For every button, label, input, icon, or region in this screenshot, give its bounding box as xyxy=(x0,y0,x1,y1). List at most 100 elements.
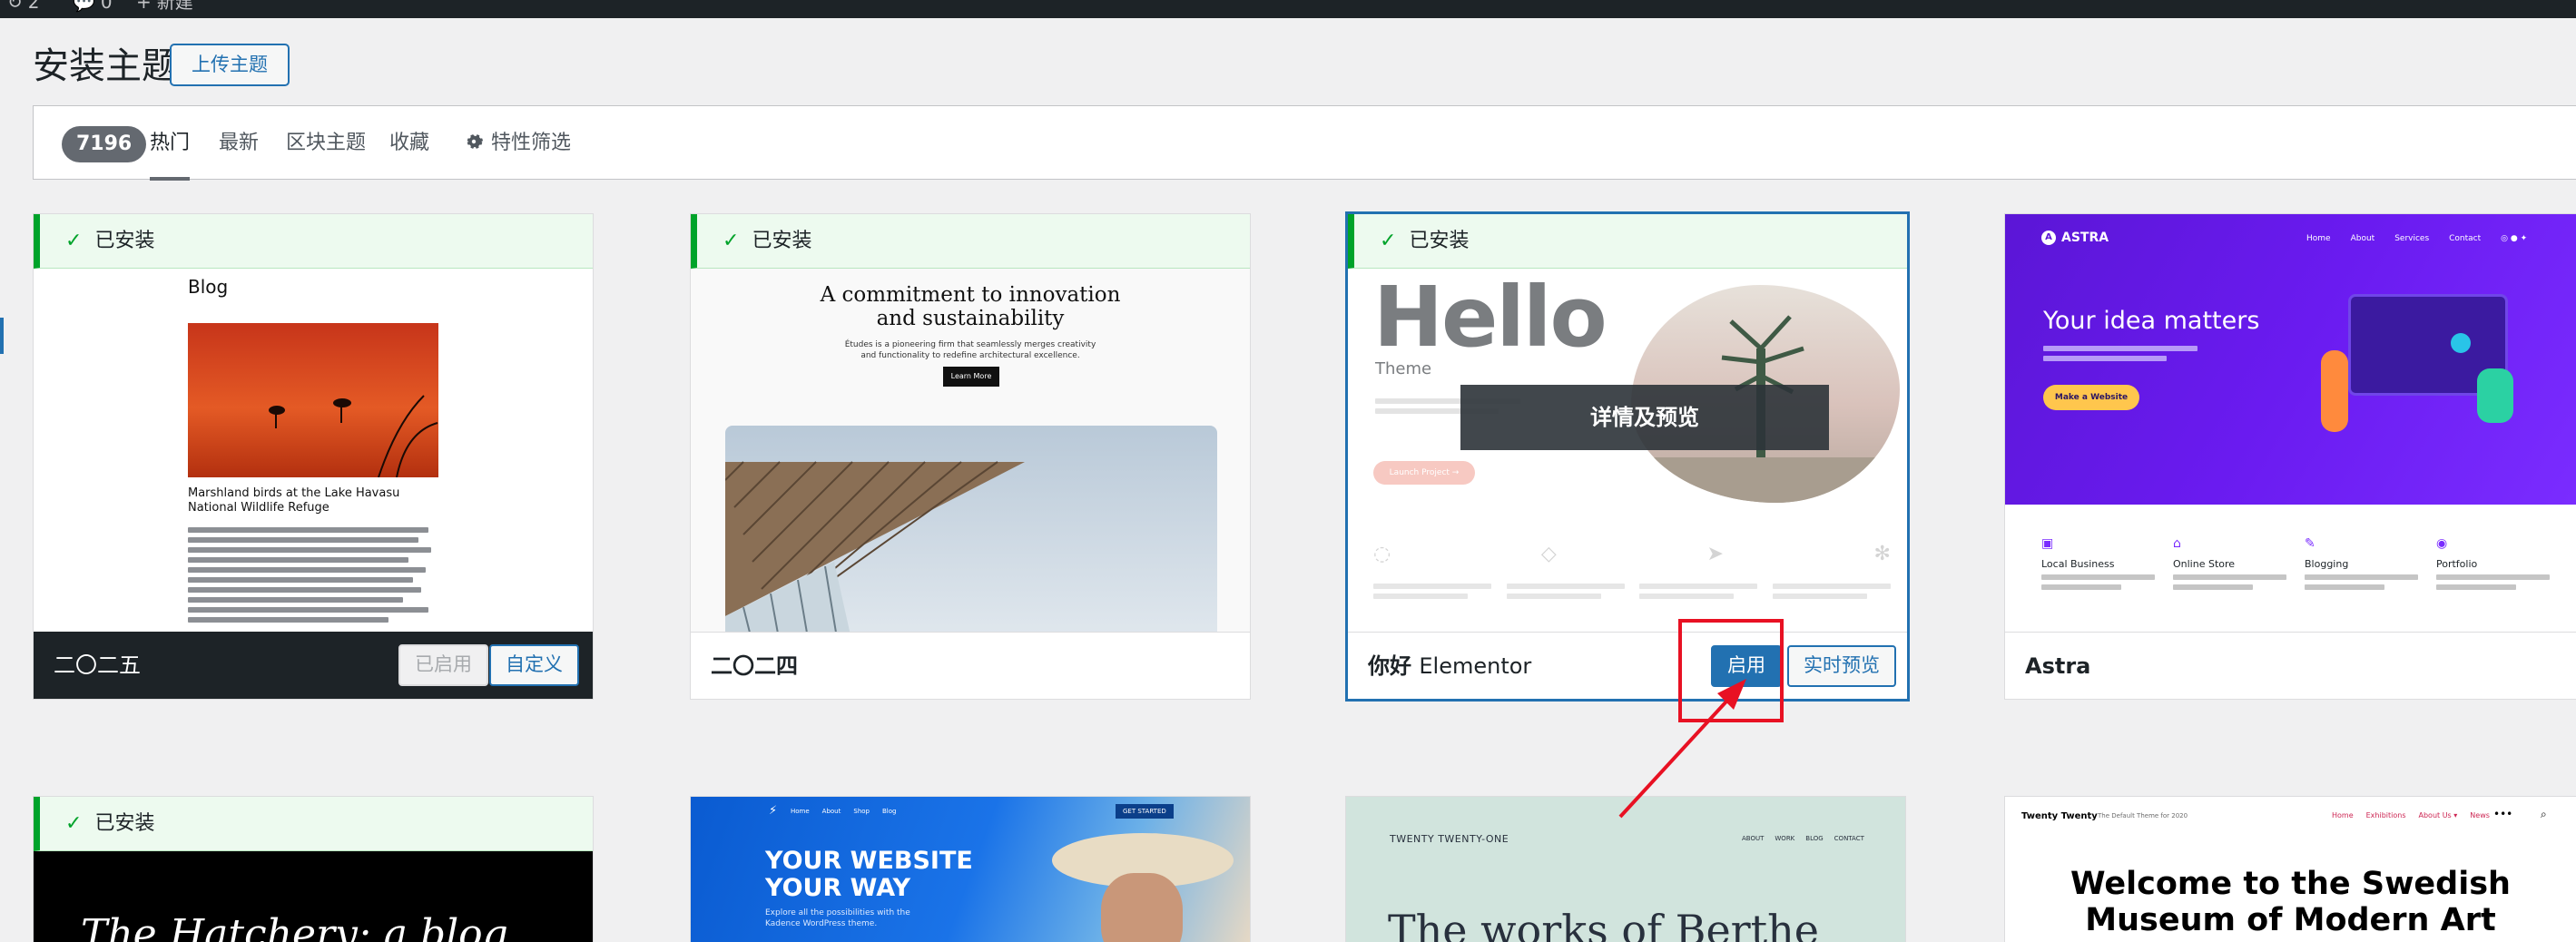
preview-theme-sub: Theme xyxy=(1375,359,1432,378)
installed-label: 已安装 xyxy=(1409,230,1470,252)
sidebar-active-marker xyxy=(0,318,4,354)
preview-learn-more: Learn More xyxy=(943,367,999,387)
preview-nav-item: Home xyxy=(2332,811,2354,819)
theme-name: 二〇二四 xyxy=(711,653,798,679)
updates-indicator[interactable]: ↻ 2 xyxy=(7,0,40,11)
feature-label: Local Business xyxy=(2041,558,2115,570)
installed-label: 已安装 xyxy=(94,230,155,252)
theme-screenshot[interactable]: TWENTY TWENTY-ONE ABOUT WORK BLOG CONTAC… xyxy=(1346,797,1905,942)
installed-label: 已安装 xyxy=(752,230,812,252)
theme-card-row2-kadence[interactable]: ⚡ Home About Shop Blog GET STARTED YOUR … xyxy=(690,796,1251,942)
installed-notice: ✓ 已安装 xyxy=(691,214,1250,269)
preview-nav-item: CONTACT xyxy=(1834,835,1864,842)
diamond-icon: ◇ xyxy=(1540,543,1557,565)
theme-card-hello-elementor[interactable]: ✓ 已安装 Hello Theme Launch Project → ◌ ◇ ➤ ✻ 详… xyxy=(1345,211,1910,702)
preview-text: The Hatchery: a blog xyxy=(81,911,508,942)
activated-button: 已启用 xyxy=(398,644,488,686)
preview-bird-image xyxy=(188,323,438,478)
preview-headline-2: and sustainability xyxy=(876,307,1065,330)
preview-badge: GET STARTED xyxy=(1116,804,1174,819)
theme-screenshot[interactable]: The Hatchery: a blog xyxy=(34,851,593,942)
preview-feature-icons: ◌ ◇ ➤ ✻ xyxy=(1373,543,1891,565)
preview-nav-item: Contact xyxy=(2449,234,2482,243)
feature-label: Portfolio xyxy=(2436,558,2478,570)
tab-popular[interactable]: 热门 xyxy=(150,126,191,181)
theme-screenshot[interactable]: ⚡ Home About Shop Blog GET STARTED YOUR … xyxy=(691,797,1250,942)
preview-logo-text: ASTRA xyxy=(2061,231,2109,245)
theme-name: 你好 Elementor xyxy=(1368,633,1532,699)
updates-count: 2 xyxy=(27,0,40,13)
plus-icon: + xyxy=(136,0,152,13)
theme-card-footer: 二〇二四 xyxy=(691,632,1250,699)
preview-hero: A ASTRA Home About Services Contact ◎ ● ✦… xyxy=(2005,214,2576,505)
preview-headline-1: A commitment to innovation xyxy=(820,283,1121,307)
check-icon: ✓ xyxy=(1380,230,1397,252)
preview-make-website: Make a Website xyxy=(2043,385,2139,410)
preview-sub-lines xyxy=(2043,341,2197,366)
preview-nav-item: Exhibitions xyxy=(2365,811,2406,819)
preview-nav: Home About Services Contact ◎ ● ✦ xyxy=(2306,234,2527,243)
comments-indicator[interactable]: 💬 0 xyxy=(73,0,113,11)
preview-building-image xyxy=(725,426,1217,633)
customize-button[interactable]: 自定义 xyxy=(489,644,579,686)
feature-label: Online Store xyxy=(2173,558,2236,570)
feature-icon: ▣ xyxy=(2041,536,2054,551)
theme-screenshot[interactable]: Blog Marshland birds at the Lake Havasu … xyxy=(34,214,593,633)
preview-caption: Marshland birds at the Lake Havasu Natio… xyxy=(188,486,400,515)
theme-card-astra[interactable]: A ASTRA Home About Services Contact ◎ ● ✦… xyxy=(2004,213,2576,700)
preview-brand: Twenty Twenty xyxy=(2021,811,2098,821)
theme-screenshot[interactable]: Hello Theme Launch Project → ◌ ◇ ➤ ✻ 详情及预览 xyxy=(1348,214,1907,633)
installed-notice: ✓ 已安装 xyxy=(1348,214,1907,269)
preview-sub-1: Explore all the possibilities with the xyxy=(765,908,910,917)
theme-screenshot[interactable]: A ASTRA Home About Services Contact ◎ ● ✦… xyxy=(2005,214,2576,633)
theme-card-twentytwenty[interactable]: Twenty Twenty The Default Theme for 2020… xyxy=(2004,796,2576,942)
theme-count-badge: 7196 xyxy=(62,126,147,162)
feature-filter-button[interactable]: 特性筛选 xyxy=(464,126,571,181)
preview-nav-item: About xyxy=(821,808,841,815)
preview-nav-item: BLOG xyxy=(1805,835,1824,842)
theme-name-cn: 你好 xyxy=(1368,653,1411,679)
preview-headline-1: Welcome to the Swedish xyxy=(2070,866,2511,902)
check-icon: ✓ xyxy=(65,812,83,835)
theme-screenshot[interactable]: Twenty Twenty The Default Theme for 2020… xyxy=(2005,797,2576,942)
preview-face xyxy=(1101,873,1183,942)
theme-card-footer: 你好 Elementor 启用 实时预览 xyxy=(1348,632,1907,699)
social-icons: ◎ ● ✦ xyxy=(2501,234,2528,243)
search-icon: ⌕ xyxy=(2541,808,2547,820)
preview-headline: Your idea matters xyxy=(2043,307,2260,335)
preview-sub-2: and functionality to redefine architectu… xyxy=(860,351,1080,360)
details-preview-button[interactable]: 详情及预览 xyxy=(1460,385,1829,450)
theme-name: Astra xyxy=(2025,653,2091,679)
preview-nav-item: ABOUT xyxy=(1742,835,1765,842)
send-icon: ➤ xyxy=(1706,543,1724,565)
tab-block-themes[interactable]: 区块主题 xyxy=(286,126,366,181)
tab-latest[interactable]: 最新 xyxy=(219,126,259,181)
preview-nav-item: About xyxy=(2350,234,2375,243)
preview-features: ▣ Local Business ⌂ Online Store ✎ Blogging … xyxy=(2041,536,2550,594)
preview-feature-text xyxy=(1373,579,1891,603)
preview-hello: Hello xyxy=(1373,269,1608,366)
feature-label: Blogging xyxy=(2305,558,2349,570)
theme-card-twentytwentyone[interactable]: TWENTY TWENTY-ONE ABOUT WORK BLOG CONTAC… xyxy=(1345,796,1906,942)
feature-icon: ◉ xyxy=(2436,536,2448,551)
new-content-menu[interactable]: + 新建 xyxy=(136,0,193,11)
theme-card-footer: Astra xyxy=(2005,632,2576,699)
tab-favorites[interactable]: 收藏 xyxy=(389,126,429,181)
theme-card-twentytwentyfour[interactable]: ✓ 已安装 A commitment to innovation and sust… xyxy=(690,213,1251,700)
sidebar-edge xyxy=(0,18,4,942)
preview-line-2: YOUR WAY xyxy=(765,874,911,902)
gear-icon xyxy=(467,134,484,149)
theme-name-en: Elementor xyxy=(1419,653,1532,679)
theme-card-twentytwentyfive[interactable]: ✓ 已安装 Blog Marshland birds at the Lake Ha… xyxy=(33,213,594,700)
theme-card-row2-blog[interactable]: ✓ 已安装 The Hatchery: a blog xyxy=(33,796,594,942)
preview-headline: The works of Berthe xyxy=(1388,906,1820,942)
live-preview-button[interactable]: 实时预览 xyxy=(1787,645,1896,687)
check-icon: ✓ xyxy=(65,230,83,252)
preview-launch-button: Launch Project → xyxy=(1373,461,1475,485)
preview-nav-item: Services xyxy=(2394,234,2430,243)
theme-screenshot[interactable]: A commitment to innovation and sustainab… xyxy=(691,214,1250,633)
preview-nav: Home About Shop Blog xyxy=(791,808,896,815)
theme-filter-bar: 7196 热门 最新 区块主题 收藏 特性筛选 xyxy=(33,105,2576,181)
upload-theme-button[interactable]: 上传主题 xyxy=(170,44,290,86)
preview-nav-item: Shop xyxy=(853,808,870,815)
